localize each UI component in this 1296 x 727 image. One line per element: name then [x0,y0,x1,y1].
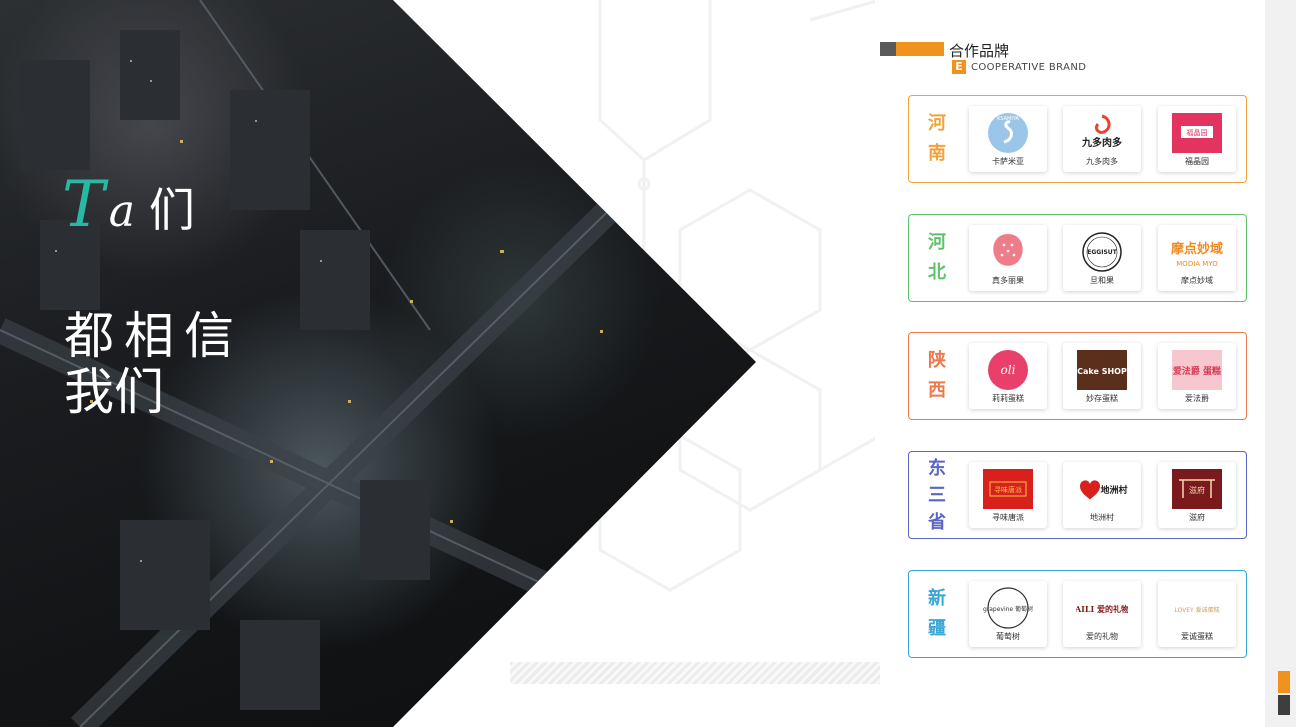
section-header: 合作品牌 E COOPERATIVE BRAND [880,40,1120,80]
brand-card-grapevine[interactable]: grapevine 葡萄树 葡萄树 [969,581,1047,647]
jiuduo-logo-icon: 九多肉多 [1081,114,1122,149]
slogan-line-2: 我们 [64,363,164,421]
slogan: 都相信 我们 [64,308,244,420]
region-label-char: 南 [928,143,946,164]
svg-text:地洲村: 地洲村 [1100,484,1127,496]
lovey-logo-icon: LOVEY 爱诚蛋糕 [1174,606,1219,614]
section-badge: E [952,60,966,74]
svg-text:摩点妙域: 摩点妙域 [1171,241,1223,257]
region-label-char: 新 [928,588,946,609]
brand-name: 爱诚蛋糕 [1181,632,1213,641]
grapevine-logo-icon: grapevine 葡萄树 [983,587,1033,629]
brand-name: 爱法爵 [1185,394,1209,403]
brand-name: 寻味唐派 [992,513,1024,522]
svg-text:寻味唐派: 寻味唐派 [994,485,1022,494]
brand-name: 旦和果 [1090,276,1114,285]
modia-logo-icon: 摩点妙域 MODIA MYO [1171,241,1223,268]
corner-bar-orange [1278,671,1290,693]
fujingyuan-logo-icon: 福晶园 [1172,113,1222,153]
section-subtitle: COOPERATIVE BRAND [971,62,1087,73]
dizhoucun-logo-icon: 地洲村 [1080,480,1128,500]
brand-name: 葡萄树 [996,632,1020,641]
ta-title: Ta 们 [62,168,195,248]
brand-card-lovey[interactable]: LOVEY 爱诚蛋糕 爱诚蛋糕 [1158,581,1236,647]
brand-card-tangpai[interactable]: 寻味唐派 寻味唐派 [969,462,1047,528]
brand-card-zifu[interactable]: 滋府 滋府 [1158,462,1236,528]
region-label: 东三省 [919,452,955,538]
cakeshop-logo-icon: Cake SHOP [1077,350,1127,390]
svg-text:MODIA MYO: MODIA MYO [1176,260,1218,268]
svg-text:oli: oli [1001,363,1016,377]
section-title: 合作品牌 [949,42,1010,60]
ta-letter-a: a [108,186,135,237]
header-bar-gray [880,42,896,56]
region-label: 河南 [919,96,955,182]
aili-logo-icon: AILI 爱的礼物 [1076,604,1128,614]
brand-card-cakeshop[interactable]: Cake SHOP 妙存蛋糕 [1063,343,1141,409]
region-label-char: 河 [928,113,946,134]
svg-text:九多肉多: 九多肉多 [1081,136,1122,149]
brand-name: 莉莉蛋糕 [992,394,1024,403]
brand-card-fujingyuan[interactable]: 福晶园 福晶园 [1158,106,1236,172]
region-label-char: 省 [928,511,946,533]
region-shaanxi: 陕西 oli 莉莉蛋糕 Cake SHOP 妙存蛋糕 爱法爵 蛋糕 爱法爵 [908,332,1247,420]
ta-letter-t: T [62,168,105,242]
ta-suffix: 们 [148,183,195,237]
lili-logo-icon: oli [988,350,1028,390]
svg-text:KSAMIYA: KSAMIYA [997,116,1019,122]
svg-text:grapevine 葡萄树: grapevine 葡萄树 [983,605,1033,613]
slogan-line-1: 都相信 [64,307,244,365]
region-hebei: 河北 真多丽果 EGGISUT 旦和果 摩点妙域 MODIA MYO 摩点妙域 [908,214,1247,302]
zifu-logo-icon: 滋府 [1172,469,1222,509]
svg-text:AILI 爱的礼物: AILI 爱的礼物 [1076,604,1128,614]
svg-text:Cake SHOP: Cake SHOP [1077,367,1127,376]
brand-name: 妙存蛋糕 [1086,394,1118,403]
brand-card-lili[interactable]: oli 莉莉蛋糕 [969,343,1047,409]
svg-text:EGGISUT: EGGISUT [1087,249,1117,256]
region-label-char: 疆 [928,618,946,639]
strawberry-logo-icon [993,234,1023,266]
brand-card-eggisut[interactable]: EGGISUT 旦和果 [1063,225,1141,291]
region-label-char: 北 [928,262,946,283]
region-label-char: 河 [928,232,946,253]
tangpai-logo-icon: 寻味唐派 [983,469,1033,509]
brand-card-aili[interactable]: AILI 爱的礼物 爱的礼物 [1063,581,1141,647]
brand-name: 福晶园 [1185,157,1209,166]
region-label: 陕西 [919,333,955,419]
brand-card-jiuduo[interactable]: 九多肉多 九多肉多 [1063,106,1141,172]
region-dongsansheng: 东三省 寻味唐派 寻味唐派 地洲村 地洲村 滋府 滋府 [908,451,1247,539]
region-label-char: 西 [928,380,946,401]
slide: Ta 们 都相信 我们 合作品牌 E COOPERATIVE BRAND 河南 K… [0,0,1296,727]
aifajue-logo-icon: 爱法爵 蛋糕 [1172,350,1222,390]
region-label-char: 陕 [928,350,946,371]
brand-card-modia[interactable]: 摩点妙域 MODIA MYO 摩点妙域 [1158,225,1236,291]
corner-bar-gray [1278,695,1290,715]
brand-name: 卡萨米亚 [992,157,1024,166]
svg-text:滋府: 滋府 [1189,485,1205,495]
brand-card-ksamiya[interactable]: KSAMIYA 卡萨米亚 [969,106,1047,172]
right-edge-strip [1265,0,1296,727]
svg-text:LOVEY 爱诚蛋糕: LOVEY 爱诚蛋糕 [1174,606,1219,614]
svg-text:福晶园: 福晶园 [1187,128,1208,137]
brand-name: 滋府 [1189,513,1205,522]
header-bar-orange [896,42,944,56]
brand-card-aifajue[interactable]: 爱法爵 蛋糕 爱法爵 [1158,343,1236,409]
swan-logo-icon: KSAMIYA [988,113,1028,153]
region-label: 新疆 [919,571,955,657]
region-henan: 河南 KSAMIYA 卡萨米亚 九多肉多 九多肉多 福晶园 福晶园 [908,95,1247,183]
brand-name: 地洲村 [1090,513,1114,522]
eggisut-logo-icon: EGGISUT [1082,232,1122,272]
brand-name: 九多肉多 [1086,157,1118,166]
region-xinjiang: 新疆 grapevine 葡萄树 葡萄树 AILI 爱的礼物 爱的礼物 LOVE… [908,570,1247,658]
brand-card-dizhoucun[interactable]: 地洲村 地洲村 [1063,462,1141,528]
svg-text:爱法爵 蛋糕: 爱法爵 蛋糕 [1173,365,1221,377]
brand-card-zhenduoliguo[interactable]: 真多丽果 [969,225,1047,291]
brand-name: 真多丽果 [992,276,1024,285]
region-label-char: 三 [928,484,946,506]
region-label: 河北 [919,215,955,301]
decor-stripe [510,662,880,684]
brand-name: 爱的礼物 [1086,632,1118,641]
brand-name: 摩点妙域 [1181,276,1213,285]
region-label-char: 东 [928,457,946,479]
